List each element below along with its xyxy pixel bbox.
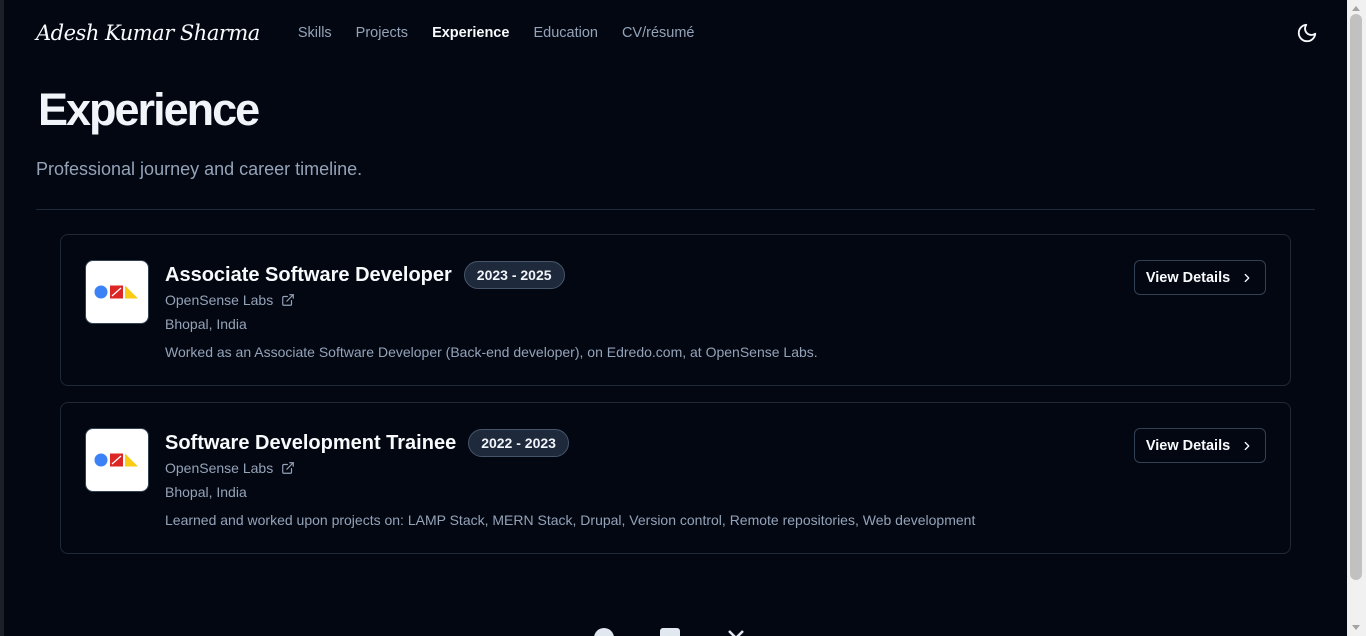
main-nav: Skills Projects Experience Education CV/… xyxy=(298,25,695,41)
company-logo xyxy=(85,260,149,324)
divider xyxy=(36,209,1315,210)
vertical-scrollbar[interactable] xyxy=(1347,0,1366,636)
experience-card: Associate Software Developer 2023 - 2025… xyxy=(60,234,1291,386)
job-location: Bhopal, India xyxy=(165,484,247,500)
external-link-icon[interactable] xyxy=(281,293,295,307)
chevron-right-icon xyxy=(1244,273,1250,282)
company-link[interactable]: OpenSense Labs xyxy=(165,292,1266,308)
company-logo xyxy=(85,428,149,492)
chevron-right-icon xyxy=(1244,441,1250,450)
company-name[interactable]: OpenSense Labs xyxy=(165,292,273,308)
view-details-button[interactable]: View Details xyxy=(1134,260,1266,295)
title-row: Software Development Trainee 2022 - 2023 xyxy=(165,429,1266,457)
external-link-icon[interactable] xyxy=(281,461,295,475)
github-icon[interactable] xyxy=(594,628,614,636)
opensense-logo-icon xyxy=(94,453,138,467)
site-logo[interactable]: Adesh Kumar Sharma xyxy=(36,21,260,45)
date-badge: 2023 - 2025 xyxy=(463,261,565,289)
job-location: Bhopal, India xyxy=(165,316,247,332)
view-details-label: View Details xyxy=(1145,437,1231,454)
scroll-down-icon[interactable] xyxy=(1352,625,1360,630)
card-body: Software Development Trainee 2022 - 2023… xyxy=(165,429,1266,528)
moon-icon xyxy=(1297,23,1317,43)
linkedin-icon[interactable] xyxy=(660,628,680,636)
scrollbar-thumb[interactable] xyxy=(1350,14,1362,580)
company-link[interactable]: OpenSense Labs xyxy=(165,460,1266,476)
site-header: Adesh Kumar Sharma Skills Projects Exper… xyxy=(36,14,1320,52)
card-body: Associate Software Developer 2023 - 2025… xyxy=(165,261,1266,360)
experience-card: Software Development Trainee 2022 - 2023… xyxy=(60,402,1291,554)
date-badge: 2022 - 2023 xyxy=(468,429,569,457)
page-subtitle: Professional journey and career timeline… xyxy=(36,159,363,179)
job-description: Learned and worked upon projects on: LAM… xyxy=(165,512,976,528)
view-details-button[interactable]: View Details xyxy=(1134,428,1266,463)
nav-projects[interactable]: Projects xyxy=(356,25,408,41)
title-row: Associate Software Developer 2023 - 2025 xyxy=(165,261,1266,289)
nav-skills[interactable]: Skills xyxy=(298,25,332,41)
theme-toggle-button[interactable] xyxy=(1294,20,1320,46)
opensense-logo-icon xyxy=(94,285,138,299)
nav-experience[interactable]: Experience xyxy=(432,25,509,41)
job-title: Software Development Trainee xyxy=(165,431,457,454)
app-window: Adesh Kumar Sharma Skills Projects Exper… xyxy=(0,0,1366,636)
scroll-up-icon[interactable] xyxy=(1352,6,1360,11)
nav-cv[interactable]: CV/résumé xyxy=(622,25,695,41)
nav-education[interactable]: Education xyxy=(533,25,598,41)
job-title: Associate Software Developer xyxy=(165,263,452,286)
footer-social-icons xyxy=(594,628,746,636)
company-name[interactable]: OpenSense Labs xyxy=(165,460,273,476)
x-icon[interactable] xyxy=(726,628,746,636)
job-description: Worked as an Associate Software Develope… xyxy=(165,344,818,360)
page-title: Experience xyxy=(38,84,260,135)
view-details-label: View Details xyxy=(1145,269,1231,286)
